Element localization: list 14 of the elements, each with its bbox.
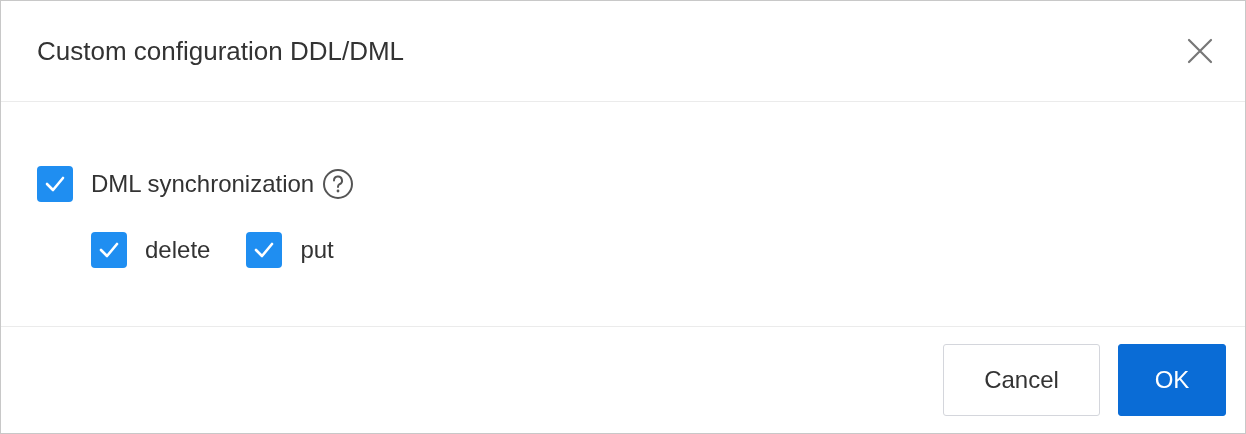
checkbox[interactable] <box>246 232 283 268</box>
dialog-title: Custom configuration DDL/DML <box>37 34 405 68</box>
close-icon[interactable] <box>1187 38 1213 64</box>
check-icon <box>99 242 119 258</box>
checkbox[interactable] <box>91 232 127 268</box>
ok-button[interactable]: OK <box>1118 344 1226 416</box>
check-icon <box>254 242 275 258</box>
checkbox[interactable] <box>37 166 73 202</box>
option-label: delete <box>145 235 211 265</box>
cancel-button[interactable]: Cancel <box>943 344 1100 416</box>
option-label: put <box>300 235 334 265</box>
help-icon[interactable] <box>322 168 355 200</box>
option-label: DML synchronization <box>91 169 315 199</box>
check-icon <box>45 176 65 192</box>
